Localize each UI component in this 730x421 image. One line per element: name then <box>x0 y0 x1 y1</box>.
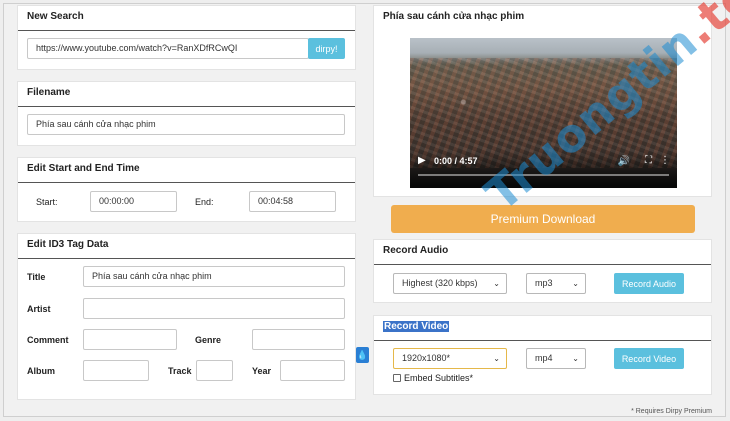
video-format-value: mp4 <box>535 353 553 363</box>
id3-title-input[interactable]: Phía sau cánh cửa nhạc phim <box>83 266 345 287</box>
artist-label: Artist <box>27 304 51 314</box>
filename-input[interactable]: Phía sau cánh cửa nhạc phim <box>27 114 345 135</box>
filename-title: Filename <box>18 82 355 107</box>
record-audio-panel: Record Audio Highest (320 kbps) ⌄ mp3 ⌄ … <box>374 240 711 302</box>
album-input[interactable] <box>83 360 149 381</box>
video-resolution-value: 1920x1080* <box>402 353 451 363</box>
chevron-down-icon: ⌄ <box>572 279 579 288</box>
chevron-down-icon: ⌄ <box>493 354 500 363</box>
genre-input[interactable] <box>252 329 345 350</box>
record-audio-button[interactable]: Record Audio <box>614 273 684 294</box>
audio-format-select[interactable]: mp3 ⌄ <box>526 273 586 294</box>
comment-label: Comment <box>27 335 69 345</box>
filename-panel: Filename Phía sau cánh cửa nhạc phim <box>18 82 355 145</box>
artist-input[interactable] <box>83 298 345 319</box>
track-input[interactable] <box>196 360 233 381</box>
url-input[interactable]: https://www.youtube.com/watch?v=RanXDfRC… <box>27 38 309 59</box>
video-format-select[interactable]: mp4 ⌄ <box>526 348 586 369</box>
start-label: Start: <box>36 197 58 207</box>
id3-title-label: Title <box>27 272 46 282</box>
record-video-button[interactable]: Record Video <box>614 348 684 369</box>
chevron-down-icon: ⌄ <box>572 354 579 363</box>
dirpy-submit-button[interactable]: dirpy! <box>308 38 345 59</box>
end-time-input[interactable]: 00:04:58 <box>249 191 336 212</box>
fullscreen-icon[interactable]: ⛶ <box>645 155 652 166</box>
audio-format-value: mp3 <box>535 278 553 288</box>
audio-quality-value: Highest (320 kbps) <box>402 278 478 288</box>
id3-panel: Edit ID3 Tag Data Title Phía sau cánh cử… <box>18 234 355 399</box>
new-search-title: New Search <box>18 6 355 31</box>
year-input[interactable] <box>280 360 345 381</box>
start-time-input[interactable]: 00:00:00 <box>90 191 177 212</box>
edit-time-panel: Edit Start and End Time Start: 00:00:00 … <box>18 158 355 221</box>
embed-subtitles-checkbox[interactable] <box>393 374 401 382</box>
record-audio-title: Record Audio <box>374 240 711 265</box>
video-player[interactable]: ▶ 0:00 / 4:57 🔊 ⛶ ⋮ <box>410 38 677 188</box>
edit-time-title: Edit Start and End Time <box>18 158 355 183</box>
chevron-down-icon: ⌄ <box>493 279 500 288</box>
premium-footnote: * Requires Dirpy Premium <box>631 408 712 415</box>
track-label: Track <box>168 366 192 376</box>
preview-title: Phía sau cánh cửa nhạc phim <box>383 11 525 22</box>
volume-icon[interactable]: 🔊 <box>618 156 630 167</box>
video-progress-track[interactable] <box>418 174 669 176</box>
more-options-icon[interactable]: ⋮ <box>660 155 670 166</box>
end-label: End: <box>195 197 214 207</box>
audio-quality-select[interactable]: Highest (320 kbps) ⌄ <box>393 273 507 294</box>
embed-subtitles-label: Embed Subtitles* <box>404 373 474 383</box>
video-time: 0:00 / 4:57 <box>434 156 478 166</box>
play-icon[interactable]: ▶ <box>418 155 426 166</box>
year-label: Year <box>252 366 272 376</box>
new-search-panel: New Search https://www.youtube.com/watch… <box>18 6 355 69</box>
album-label: Album <box>27 366 55 376</box>
genre-label: Genre <box>195 335 222 345</box>
record-video-panel: Record Video 1920x1080* ⌄ mp4 ⌄ Record V… <box>374 316 711 394</box>
comment-input[interactable] <box>83 329 177 350</box>
record-video-title: Record Video <box>374 316 711 341</box>
premium-download-button[interactable]: Premium Download <box>391 205 695 233</box>
record-video-title-text: Record Video <box>383 321 450 332</box>
video-resolution-select[interactable]: 1920x1080* ⌄ <box>393 348 507 369</box>
id3-title: Edit ID3 Tag Data <box>18 234 355 259</box>
drop-icon[interactable]: 💧 <box>356 347 369 363</box>
